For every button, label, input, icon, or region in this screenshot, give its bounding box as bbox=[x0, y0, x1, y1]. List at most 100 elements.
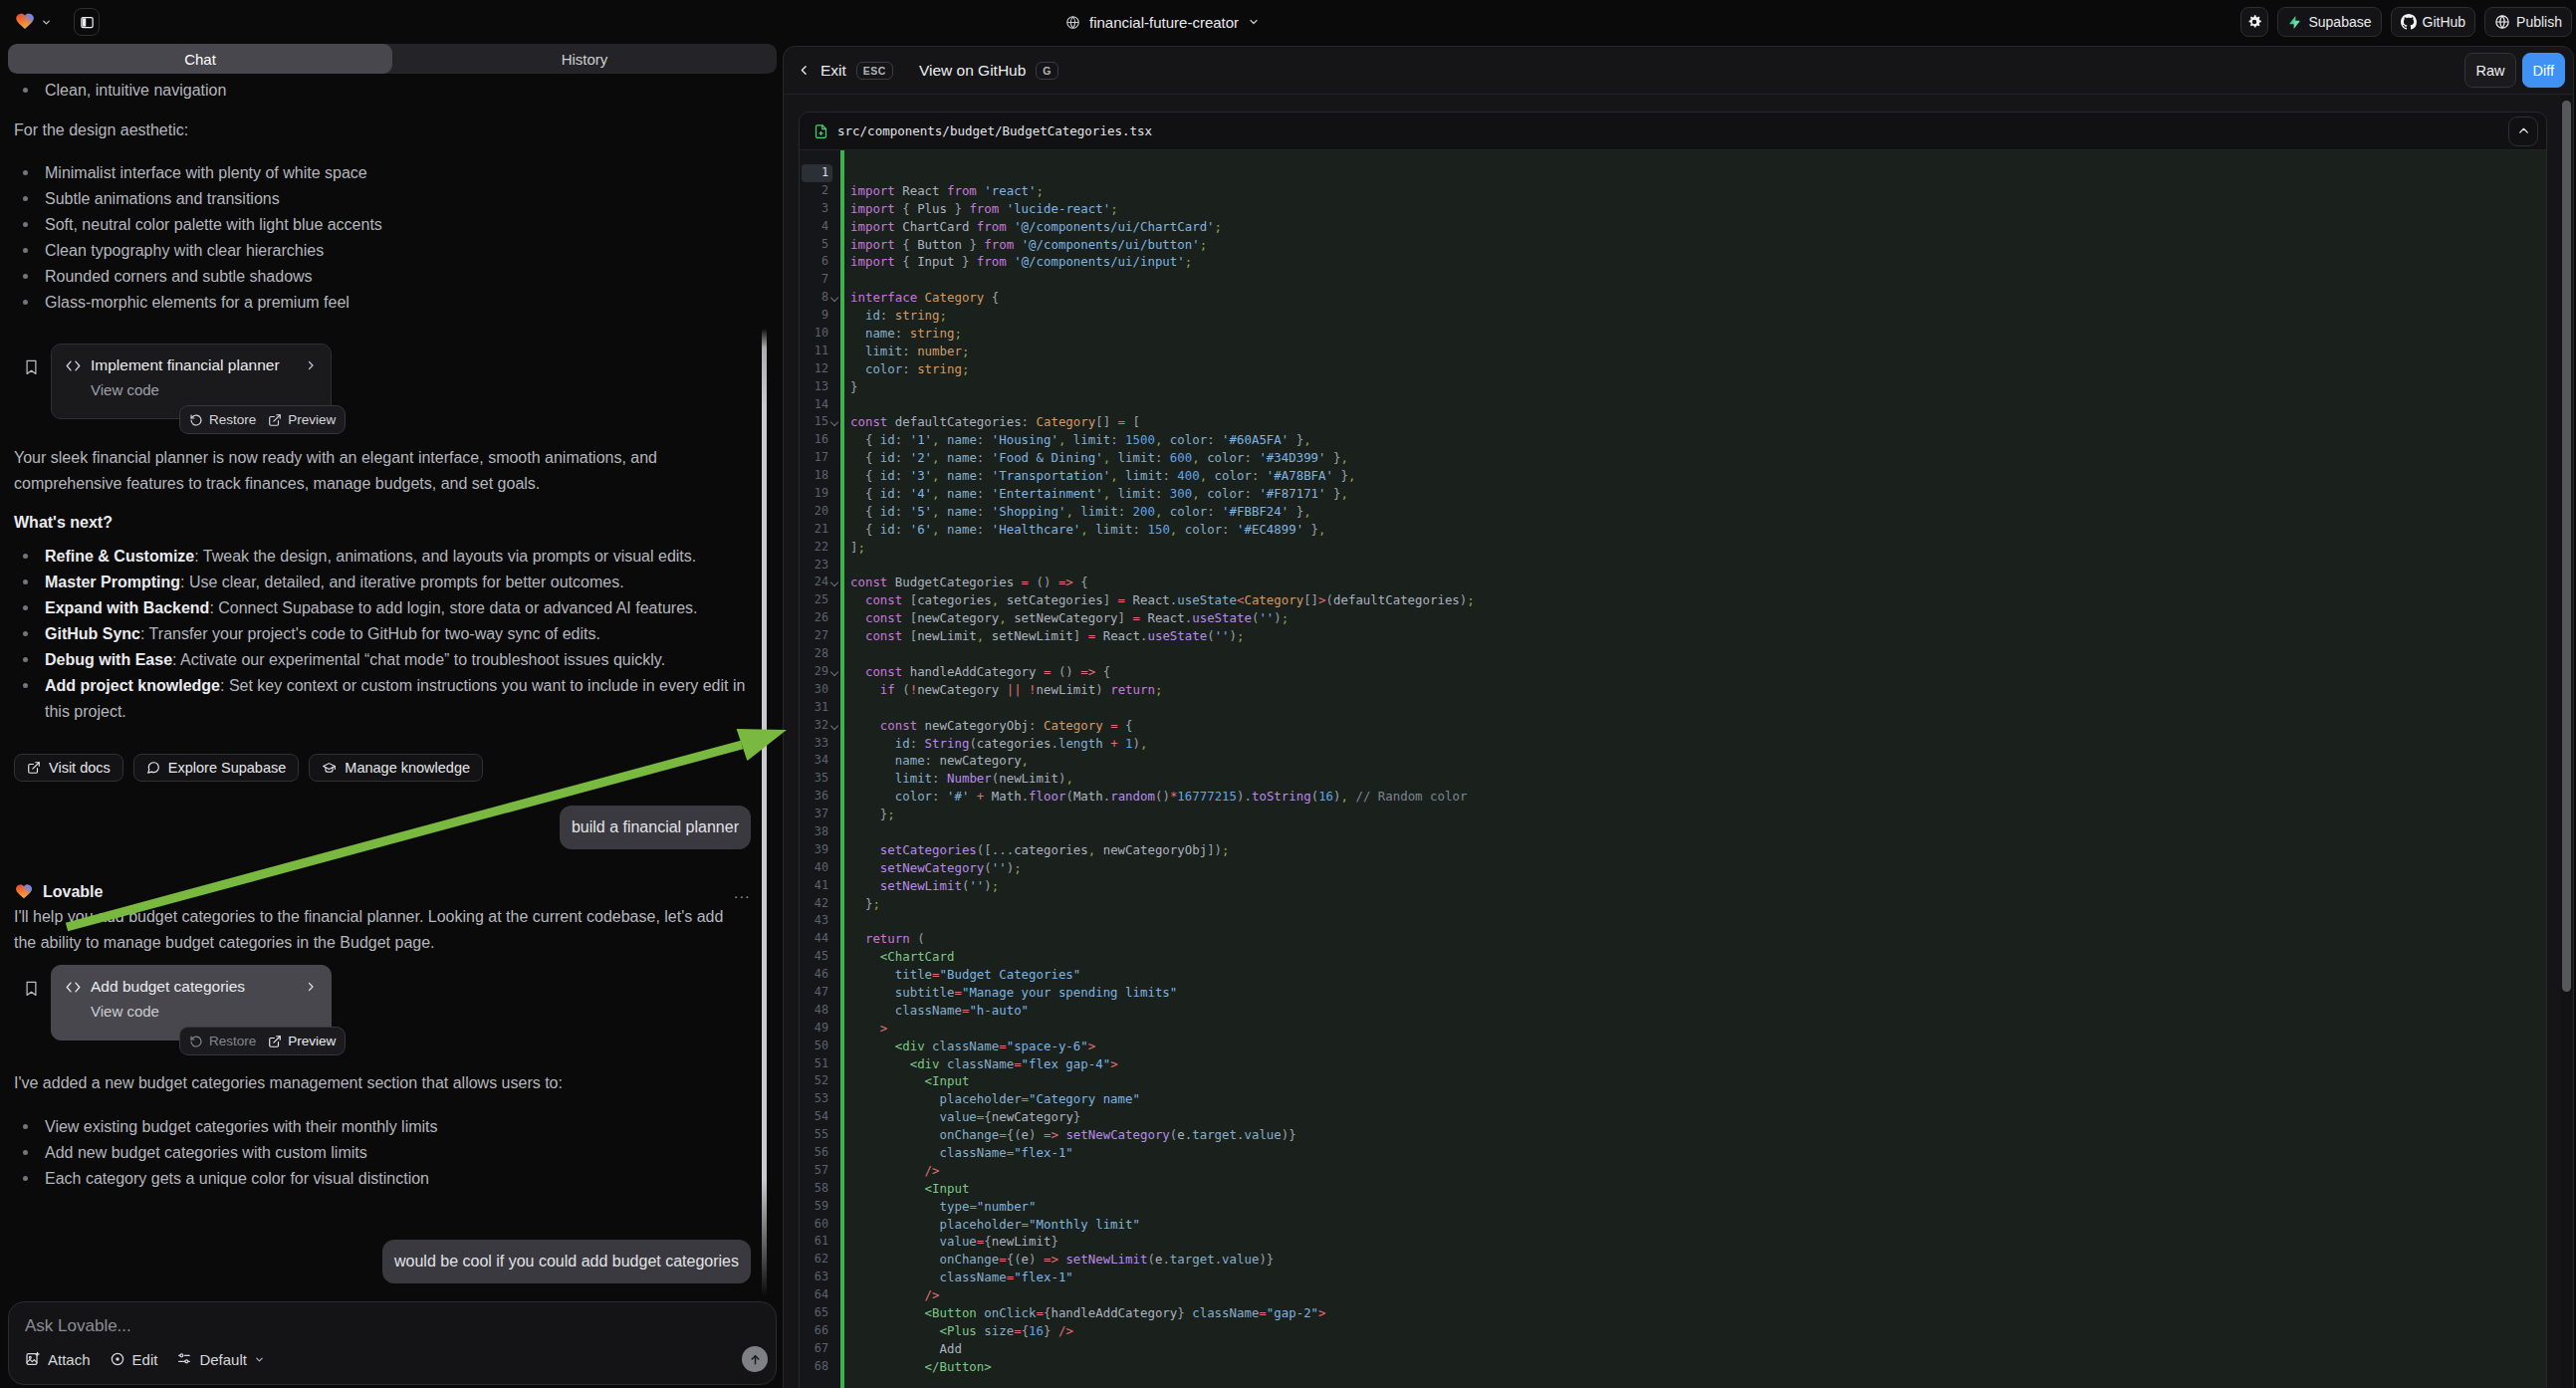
restore-button[interactable]: Restore bbox=[189, 1034, 256, 1048]
send-button[interactable] bbox=[742, 1346, 768, 1372]
code-scrollbar[interactable] bbox=[2561, 96, 2572, 1388]
bullet-dot bbox=[23, 657, 28, 662]
raw-toggle-button[interactable]: Raw bbox=[2464, 53, 2515, 88]
message-menu-button[interactable]: ... bbox=[734, 884, 751, 901]
code-line: 38 bbox=[800, 823, 2546, 841]
composer: Ask Lovable... Attach Edit Default bbox=[8, 1301, 777, 1385]
exit-button[interactable]: Exit ESC bbox=[798, 62, 893, 80]
code-line: 13} bbox=[800, 378, 2546, 396]
code-line: 61 value={newLimit} bbox=[800, 1233, 2546, 1251]
collapse-file-button[interactable] bbox=[2508, 116, 2538, 146]
bookmark-icon[interactable] bbox=[24, 980, 39, 997]
line-number: 31 bbox=[800, 699, 828, 717]
line-number: 42 bbox=[800, 895, 828, 913]
line-number: 41 bbox=[800, 877, 828, 895]
visit-docs-button[interactable]: Visit docs bbox=[14, 754, 123, 782]
code-line: 68 </Button> bbox=[800, 1358, 2546, 1376]
sidebar-toggle-button[interactable] bbox=[74, 8, 100, 36]
bookmark-icon[interactable] bbox=[24, 358, 39, 375]
code-line: 57 /> bbox=[800, 1162, 2546, 1180]
list-item: Subtle animations and transitions bbox=[14, 186, 751, 212]
code-line: 23 bbox=[800, 557, 2546, 575]
assistant-header: Lovable ... bbox=[14, 880, 751, 904]
code-line: 12 color: string; bbox=[800, 360, 2546, 378]
fold-chevron-icon[interactable] bbox=[830, 294, 838, 302]
line-number: 7 bbox=[800, 271, 828, 289]
fold-chevron-icon[interactable] bbox=[830, 668, 838, 676]
attach-button[interactable]: Attach bbox=[25, 1351, 91, 1368]
line-number: 23 bbox=[800, 557, 828, 575]
chat-scrollbar[interactable] bbox=[762, 329, 767, 1296]
assistant-name: Lovable bbox=[43, 883, 103, 901]
line-number: 6 bbox=[800, 253, 828, 271]
code-line: 31 bbox=[800, 699, 2546, 717]
code-icon bbox=[66, 359, 81, 372]
view-code-link[interactable]: View code bbox=[91, 381, 317, 398]
target-icon bbox=[110, 1351, 125, 1367]
code-scrollbar-thumb[interactable] bbox=[2562, 101, 2571, 992]
line-number: 59 bbox=[800, 1198, 828, 1216]
line-number: 53 bbox=[800, 1090, 828, 1108]
line-number: 58 bbox=[800, 1180, 828, 1198]
edit-mode-button[interactable]: Edit bbox=[110, 1351, 158, 1368]
explore-supabase-button[interactable]: Explore Supabase bbox=[133, 754, 300, 782]
code-line: 22]; bbox=[800, 539, 2546, 557]
line-number: 43 bbox=[800, 912, 828, 930]
fold-chevron-icon[interactable] bbox=[830, 578, 838, 586]
bullet-dot bbox=[23, 88, 28, 93]
supabase-button[interactable]: Supabase bbox=[2277, 7, 2381, 37]
line-number: 11 bbox=[800, 343, 828, 360]
publish-button[interactable]: Publish bbox=[2484, 7, 2572, 37]
line-number: 64 bbox=[800, 1286, 828, 1304]
chat-input[interactable]: Ask Lovable... bbox=[25, 1316, 760, 1336]
chevron-right-icon bbox=[305, 981, 317, 993]
bullet-dot bbox=[23, 222, 28, 227]
model-select[interactable]: Default bbox=[176, 1351, 265, 1368]
tab-history[interactable]: History bbox=[392, 44, 777, 74]
line-number: 46 bbox=[800, 966, 828, 984]
line-number: 22 bbox=[800, 539, 828, 557]
settings-button[interactable] bbox=[2240, 7, 2268, 37]
code-line: 55 onChange={(e) => setNewCategory(e.tar… bbox=[800, 1126, 2546, 1144]
code-line: 5import { Button } from '@/components/ui… bbox=[800, 236, 2546, 254]
line-number: 51 bbox=[800, 1055, 828, 1073]
code-line: 25 const [categories, setCategories] = R… bbox=[800, 591, 2546, 609]
summary-paragraph: Your sleek financial planner is now read… bbox=[14, 445, 751, 497]
whats-next-heading: What's next? bbox=[14, 510, 751, 536]
line-number: 29 bbox=[800, 663, 828, 681]
project-switcher[interactable]: financial-future-creator bbox=[1065, 0, 1260, 44]
external-link-icon bbox=[268, 1035, 282, 1048]
bullet-dot bbox=[23, 579, 28, 584]
code-line: 59 type="number" bbox=[800, 1198, 2546, 1216]
line-number: 55 bbox=[800, 1126, 828, 1144]
line-number: 9 bbox=[800, 307, 828, 325]
project-name: financial-future-creator bbox=[1089, 14, 1239, 31]
view-code-link[interactable]: View code bbox=[91, 1003, 317, 1020]
view-on-github-button[interactable]: View on GitHub G bbox=[919, 62, 1058, 80]
tab-chat[interactable]: Chat bbox=[8, 44, 392, 74]
manage-knowledge-button[interactable]: Manage knowledge bbox=[309, 754, 483, 782]
line-number: 62 bbox=[800, 1251, 828, 1269]
fold-chevron-icon[interactable] bbox=[830, 418, 838, 426]
lovable-logo[interactable] bbox=[14, 11, 52, 33]
line-number: 65 bbox=[800, 1304, 828, 1322]
restore-button[interactable]: Restore bbox=[189, 412, 256, 427]
code-line: 8interface Category { bbox=[800, 289, 2546, 307]
code-line: 21 { id: '6', name: 'Healthcare', limit:… bbox=[800, 521, 2546, 539]
file-header[interactable]: src/components/budget/BudgetCategories.t… bbox=[800, 113, 2546, 149]
code-view[interactable]: 12import React from 'react';3import { Pl… bbox=[800, 149, 2546, 1388]
preview-button[interactable]: Preview bbox=[268, 1034, 336, 1048]
chat-panel: Chat History Clean, intuitive navigation… bbox=[8, 44, 777, 1388]
diff-toggle-button[interactable]: Diff bbox=[2522, 53, 2566, 88]
preview-button[interactable]: Preview bbox=[268, 412, 336, 427]
manage-knowledge-label: Manage knowledge bbox=[345, 760, 470, 776]
preview-label: Preview bbox=[288, 1034, 336, 1048]
github-button[interactable]: GitHub bbox=[2391, 7, 2476, 37]
code-line: 7 bbox=[800, 271, 2546, 289]
line-number: 13 bbox=[800, 378, 828, 396]
code-line: 37 }; bbox=[800, 806, 2546, 823]
code-line: 39 setCategories([...categories, newCate… bbox=[800, 841, 2546, 859]
external-link-icon bbox=[27, 761, 41, 775]
fold-chevron-icon[interactable] bbox=[830, 722, 838, 730]
line-number: 10 bbox=[800, 325, 828, 343]
